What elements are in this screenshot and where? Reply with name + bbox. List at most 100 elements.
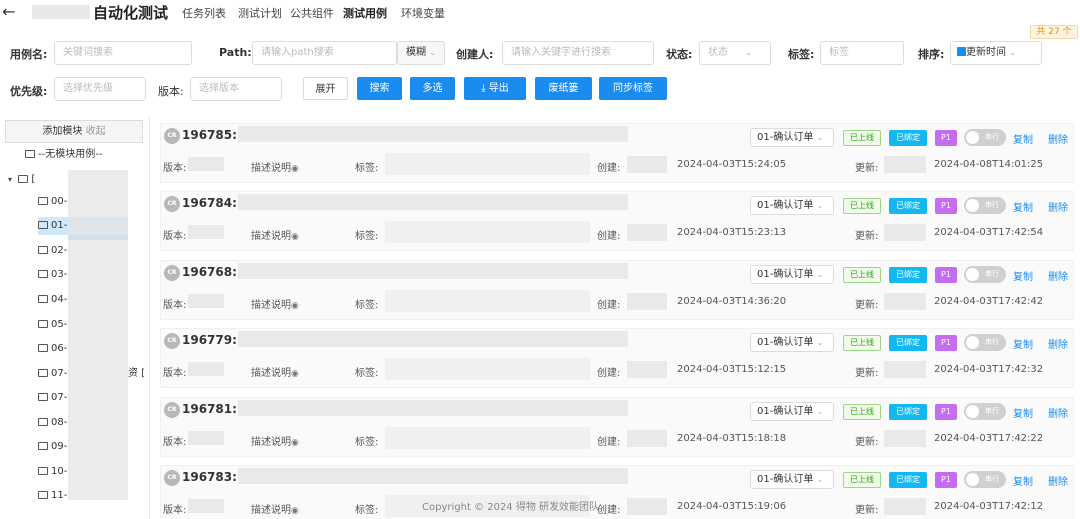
nav-task-list[interactable]: 任务列表 <box>182 5 226 21</box>
case-status-select[interactable]: 01-确认订单 ⌄ <box>750 128 834 147</box>
expand-button[interactable]: 展开 <box>303 77 348 100</box>
nav-common-components[interactable]: 公共组件 <box>290 5 334 21</box>
multi-select-button[interactable]: 多选 <box>410 77 455 100</box>
copy-link[interactable]: 复制 <box>1013 336 1033 351</box>
redacted-case-name <box>238 263 628 279</box>
tree-item[interactable]: 00- <box>38 193 67 211</box>
serial-toggle[interactable]: 串行 <box>964 403 1006 420</box>
tree-item[interactable]: 02- <box>38 242 67 260</box>
serial-toggle[interactable]: 串行 <box>964 334 1006 351</box>
priority-select[interactable]: 选择优先级 <box>54 77 146 101</box>
nav-test-plan[interactable]: 测试计划 <box>238 5 282 21</box>
tag-select[interactable]: 标签 <box>820 41 904 65</box>
delete-link[interactable]: 删除 <box>1048 336 1068 351</box>
delete-link[interactable]: 删除 <box>1048 199 1068 214</box>
version-label: 版本: <box>163 437 187 448</box>
case-id[interactable]: 196781: <box>182 402 237 416</box>
description-label[interactable]: 描述说明◉ <box>251 501 299 516</box>
case-status-select[interactable]: 01-确认订单 ⌄ <box>750 196 834 215</box>
copy-link[interactable]: 复制 <box>1013 131 1033 146</box>
priority-tag: P1 <box>935 335 957 351</box>
tree-item[interactable]: 09- <box>38 438 67 456</box>
delete-link[interactable]: 删除 <box>1048 131 1068 146</box>
tree-item[interactable]: 10- <box>38 463 67 481</box>
case-id[interactable]: 196784: <box>182 196 237 210</box>
tree-item[interactable]: 06- <box>38 340 67 358</box>
case-id[interactable]: 196783: <box>182 470 237 484</box>
case-name-label: 用例名: <box>10 48 48 61</box>
chevron-down-icon: ⌄ <box>816 475 824 484</box>
recycle-bin-button[interactable]: 废纸篓 <box>535 77 592 100</box>
delete-link[interactable]: 删除 <box>1048 268 1068 283</box>
updated-time: 2024-04-03T17:42:54 <box>934 227 1044 238</box>
priority-tag: P1 <box>935 198 957 214</box>
sort-icon <box>957 47 966 56</box>
case-status-select[interactable]: 01-确认订单 ⌄ <box>750 402 834 421</box>
case-status-select[interactable]: 01-确认订单 ⌄ <box>750 333 834 352</box>
back-arrow-icon[interactable]: ← <box>2 2 15 21</box>
case-id[interactable]: 196779: <box>182 333 237 347</box>
serial-toggle[interactable]: 串行 <box>964 471 1006 488</box>
description-label[interactable]: 描述说明◉ <box>251 227 299 242</box>
version-label: 版本: <box>163 300 187 311</box>
tree-item-root[interactable]: ▾ [ <box>8 171 35 189</box>
updated-time: 2024-04-08T14:01:25 <box>934 159 1044 170</box>
serial-toggle[interactable]: 串行 <box>964 129 1006 146</box>
serial-toggle[interactable]: 串行 <box>964 266 1006 283</box>
copy-link[interactable]: 复制 <box>1013 199 1033 214</box>
tree-item-no-module[interactable]: --无模块用例-- <box>25 146 102 164</box>
redacted-creator <box>627 224 667 241</box>
tree-item[interactable]: 04- <box>38 291 67 309</box>
case-name-input[interactable]: 关键词搜索 <box>54 41 192 65</box>
chevron-down-icon: ⌄ <box>816 270 824 279</box>
version-label: 版本: <box>163 368 187 379</box>
copy-link[interactable]: 复制 <box>1013 473 1033 488</box>
created-time: 2024-04-03T15:23:13 <box>677 227 787 238</box>
sort-select[interactable]: 更新时间 ⌄ <box>950 41 1042 65</box>
case-type-badge: CR <box>164 196 180 212</box>
tree-item[interactable]: 07- <box>38 365 67 383</box>
updated-time: 2024-04-03T17:42:22 <box>934 433 1044 444</box>
copy-link[interactable]: 复制 <box>1013 268 1033 283</box>
copy-link[interactable]: 复制 <box>1013 405 1033 420</box>
search-button[interactable]: 搜索 <box>357 77 402 100</box>
created-time: 2024-04-03T15:24:05 <box>677 159 787 170</box>
description-label[interactable]: 描述说明◉ <box>251 364 299 379</box>
description-label[interactable]: 描述说明◉ <box>251 433 299 448</box>
tree-item[interactable]: 11- <box>38 487 67 505</box>
case-status-select[interactable]: 01-确认订单 ⌄ <box>750 265 834 284</box>
sync-tags-button[interactable]: 同步标签 <box>599 77 667 100</box>
description-label[interactable]: 描述说明◉ <box>251 296 299 311</box>
serial-toggle[interactable]: 串行 <box>964 197 1006 214</box>
created-label: 创建: <box>597 437 621 448</box>
creator-input[interactable]: 请输入关键字进行搜索 <box>502 41 654 65</box>
tree-item[interactable]: 07- <box>38 389 67 407</box>
bound-tag: 已绑定 <box>889 130 927 146</box>
collapse-link[interactable]: 收起 <box>86 126 106 137</box>
case-id[interactable]: 196785: <box>182 128 237 142</box>
description-label[interactable]: 描述说明◉ <box>251 159 299 174</box>
created-label: 创建: <box>597 505 621 516</box>
tree-item[interactable]: 03- <box>38 266 67 284</box>
version-label: 版本: <box>163 163 187 174</box>
add-module-button[interactable]: 添加模块 收起 <box>5 120 143 143</box>
toggle-knob <box>966 405 979 418</box>
updated-label: 更新: <box>855 300 879 311</box>
tree-item[interactable]: 08- <box>38 414 67 432</box>
version-label: 版本: <box>163 505 187 516</box>
match-mode-select[interactable]: 模糊 ⌄ <box>397 41 445 65</box>
version-select[interactable]: 选择版本 <box>190 77 282 101</box>
export-button[interactable]: ⤓ 导出 <box>464 77 526 100</box>
redacted-updater <box>884 430 926 447</box>
tree-item[interactable]: 05- <box>38 316 67 334</box>
case-status-select[interactable]: 01-确认订单 ⌄ <box>750 470 834 489</box>
nav-test-cases[interactable]: 测试用例 <box>343 5 387 21</box>
nav-env-vars[interactable]: 环境变量 <box>401 5 445 21</box>
redacted-tags <box>385 427 590 449</box>
status-select[interactable]: 状态 ⌄ <box>699 41 771 65</box>
delete-link[interactable]: 删除 <box>1048 405 1068 420</box>
priority-tag: P1 <box>935 472 957 488</box>
case-id[interactable]: 196768: <box>182 265 237 279</box>
delete-link[interactable]: 删除 <box>1048 473 1068 488</box>
path-input[interactable]: 请输入path搜索 <box>252 41 397 65</box>
